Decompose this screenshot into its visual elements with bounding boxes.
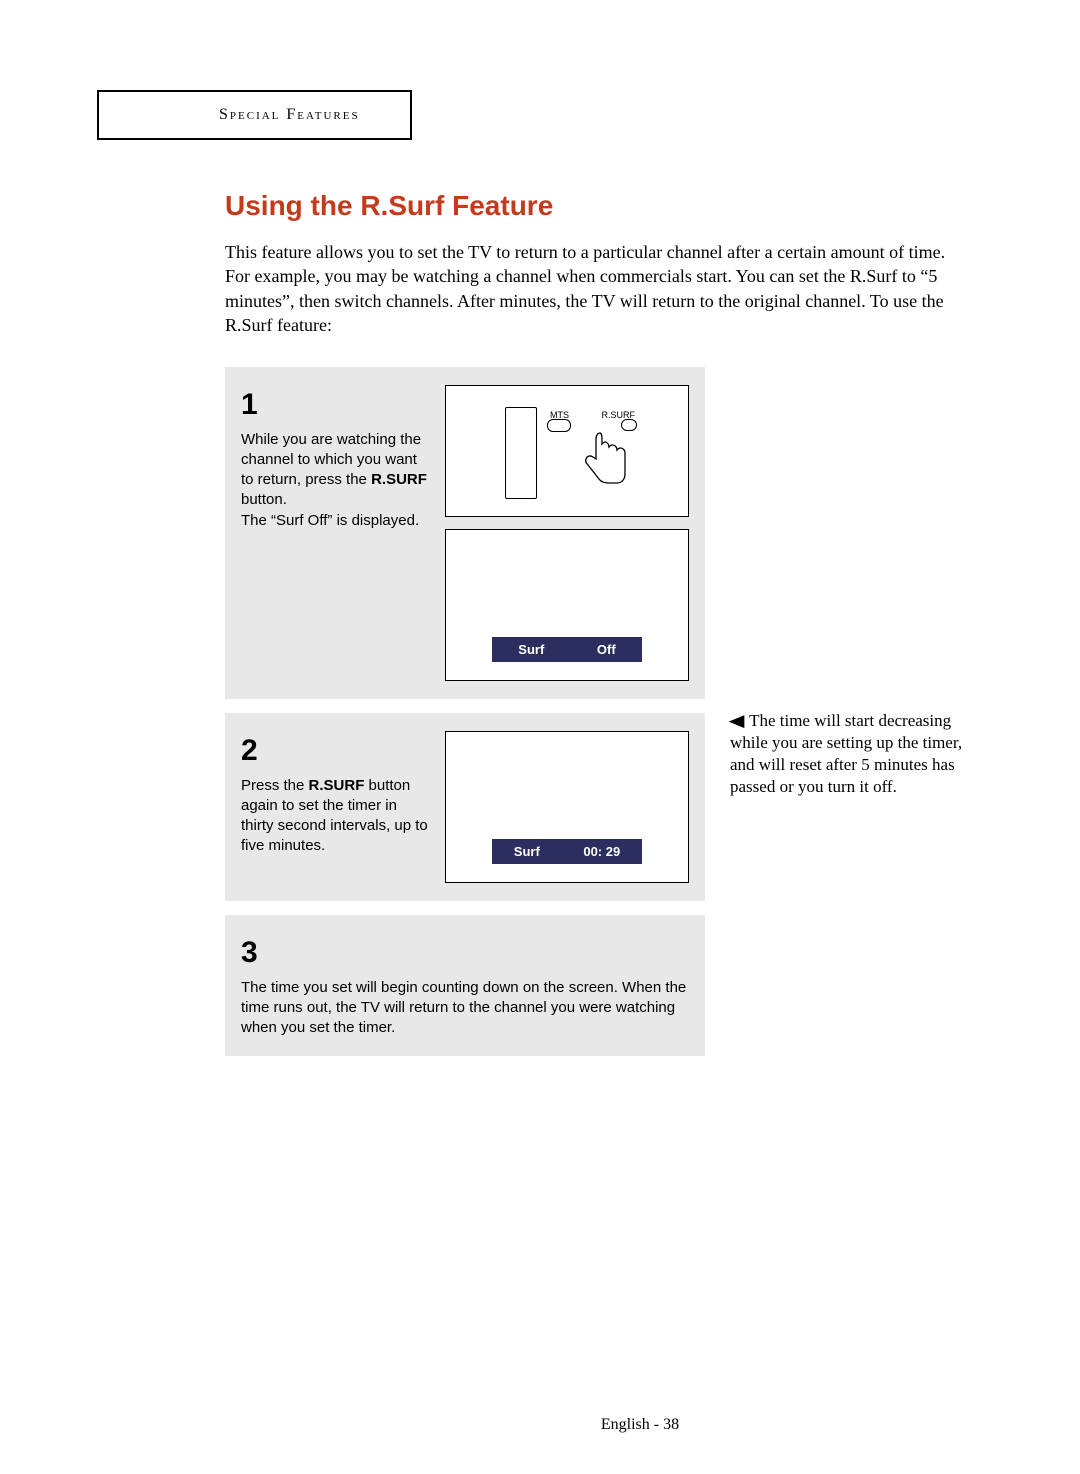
side-note-text: The time will start decreasing while you…	[730, 711, 962, 796]
page-title: Using the R.Surf Feature	[225, 190, 965, 222]
left-arrow-icon: ◀	[729, 710, 745, 732]
section-label: Special Features	[219, 106, 360, 123]
remote-sketch: MTS R.SURF	[497, 401, 637, 501]
intro-paragraph: This feature allows you to set the TV to…	[225, 240, 965, 337]
step-1-illustrations: MTS R.SURF	[445, 385, 689, 681]
step-2-illustrations: Surf 00: 29	[445, 731, 689, 883]
content-column: Using the R.Surf Feature This feature al…	[100, 190, 965, 1056]
hand-press-icon	[565, 425, 635, 495]
step-3-number: 3	[241, 933, 689, 974]
step-2-number: 2	[241, 731, 431, 772]
remote-illustration: MTS R.SURF	[445, 385, 689, 517]
step-1-text-c: The “Surf Off” is displayed.	[241, 512, 419, 529]
osd-1-label: Surf	[518, 641, 544, 659]
step-2-text: Press the R.SURF button again to set the…	[241, 776, 431, 857]
step-3-text: The time you set will begin counting dow…	[241, 978, 689, 1039]
osd-2: Surf 00: 29	[492, 839, 642, 865]
osd-2-label: Surf	[514, 843, 540, 861]
step-1-text-b: button.	[241, 491, 287, 508]
section-header-box: Special Features	[97, 90, 412, 140]
page: Special Features Using the R.Surf Featur…	[0, 0, 1080, 1110]
step-2-text-col: 2 Press the R.SURF button again to set t…	[241, 731, 431, 883]
tv-screen-1: Surf Off	[445, 529, 689, 681]
step-1-number: 1	[241, 385, 431, 426]
page-footer: English - 38	[100, 1416, 1080, 1434]
step-2-text-a: Press the	[241, 777, 309, 794]
osd-1: Surf Off	[492, 637, 642, 663]
tv-screen-2: Surf 00: 29	[445, 731, 689, 883]
step-2-bold: R.SURF	[309, 777, 365, 794]
step-1-text: While you are watching the channel to wh…	[241, 430, 431, 531]
side-note: ◀The time will start decreasing while yo…	[730, 710, 975, 798]
step-1: 1 While you are watching the channel to …	[225, 367, 705, 699]
step-3: 3 The time you set will begin counting d…	[225, 915, 705, 1056]
osd-2-value: 00: 29	[583, 843, 620, 861]
osd-1-value: Off	[597, 641, 616, 659]
step-1-text-col: 1 While you are watching the channel to …	[241, 385, 431, 681]
step-2: 2 Press the R.SURF button again to set t…	[225, 713, 705, 901]
step-1-bold: R.SURF	[371, 471, 427, 488]
steps-list: 1 While you are watching the channel to …	[225, 367, 705, 1056]
